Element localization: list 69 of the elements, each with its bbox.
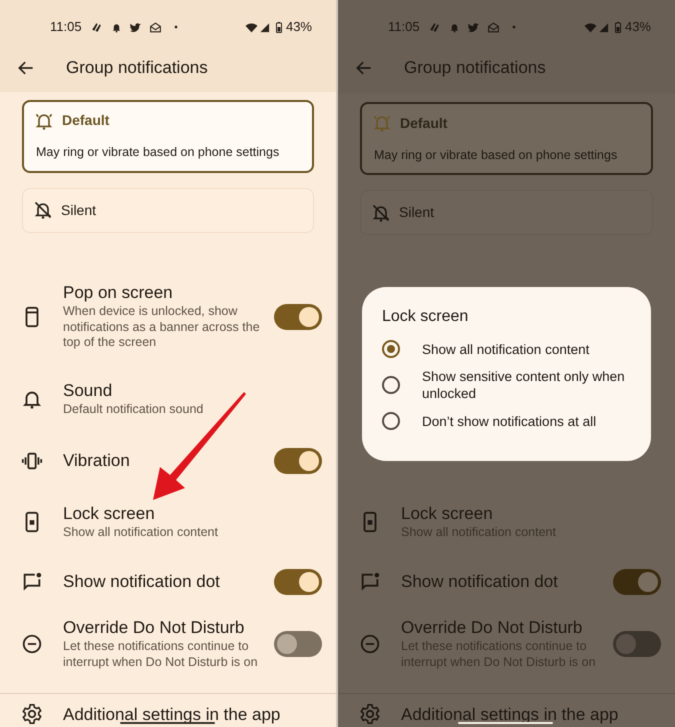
signal-icon xyxy=(598,22,609,32)
radio-button[interactable] xyxy=(382,340,400,358)
settings-icon xyxy=(359,703,381,726)
setting-title: Show notification dot xyxy=(401,571,559,592)
setting-title: Lock screen xyxy=(63,503,156,524)
dialog-title: Lock screen xyxy=(382,307,470,328)
status-time: 11:05 xyxy=(388,18,420,36)
setting-description: When device is unlocked, show notifications as a banner across the top of the screen xyxy=(63,304,261,351)
mode-label: Silent xyxy=(399,203,434,222)
battery-level: 43% xyxy=(624,18,651,36)
setting-title: Override Do Not Disturb xyxy=(63,617,246,638)
envelope-icon xyxy=(148,20,162,34)
option-label: Don’t show notifications at all xyxy=(422,412,596,430)
dot-icon xyxy=(172,23,180,31)
mode-label: Default xyxy=(62,111,110,130)
mode-label: Default xyxy=(400,114,448,133)
setting-title: Show notification dot xyxy=(63,571,221,592)
setting-title: Pop on screen xyxy=(63,282,174,304)
toggle-switch[interactable] xyxy=(274,448,322,474)
mode-label: Silent xyxy=(61,200,96,220)
chat-dot-icon xyxy=(21,570,43,592)
toggle-switch[interactable] xyxy=(274,568,322,594)
status-time: 11:05 xyxy=(50,18,82,36)
mode-card[interactable]: Default May ring or vibrate based on phone settings xyxy=(22,100,314,173)
radio-button[interactable] xyxy=(382,376,400,394)
muted-bell-icon xyxy=(33,200,53,220)
setting-row[interactable]: Override Do Not Disturb Let these notifications continue to interrupt when Do Not Disturb is on xyxy=(0,608,336,680)
wifi-icon xyxy=(584,20,597,34)
setting-row[interactable]: Pop on screen When device is unlocked, show notifications as a banner across the top of the screen xyxy=(0,268,336,366)
setting-description: Show all notification content xyxy=(63,525,219,541)
minus-circle-icon xyxy=(21,632,43,654)
toggle-switch[interactable] xyxy=(274,630,322,656)
bell-icon xyxy=(448,22,460,32)
bird-icon xyxy=(128,20,142,34)
bird-icon xyxy=(466,20,480,34)
option-label: Show sensitive content only when unlocked xyxy=(422,368,626,402)
muted-bell-icon xyxy=(371,202,391,223)
envelope-icon xyxy=(486,20,500,34)
setting-title: Override Do Not Disturb xyxy=(401,617,584,638)
toggle-switch[interactable] xyxy=(274,304,322,330)
setting-description: Let these notifications continue to interrupt when Do Not Disturb is on xyxy=(63,639,259,670)
signal-icon xyxy=(258,22,270,32)
wifi-icon xyxy=(244,20,258,34)
mode-description: May ring or vibrate based on phone settings xyxy=(35,144,280,162)
setting-description: Default notification sound xyxy=(63,402,204,418)
screen-title: Group notifications xyxy=(66,57,208,80)
setting-row[interactable]: Sound Default notification sound xyxy=(0,366,336,432)
ringing-bell-icon xyxy=(372,113,392,134)
setting-row[interactable]: Lock screen Show all notification content xyxy=(0,488,336,556)
setting-row[interactable]: Show notification dot xyxy=(0,556,336,608)
bell-icon xyxy=(110,22,122,32)
screen-title: Group notifications xyxy=(404,57,546,80)
chat-dot-icon xyxy=(359,570,381,592)
mode-card[interactable]: Silent xyxy=(22,188,314,233)
settings-icon xyxy=(21,703,43,726)
mode-description: May ring or vibrate based on phone settings xyxy=(373,146,618,164)
app-icon xyxy=(90,20,103,34)
dot-icon xyxy=(510,23,518,31)
app-icon xyxy=(428,20,441,34)
battery-level: 43% xyxy=(286,18,312,36)
minus-circle-icon xyxy=(359,632,381,654)
option-label: Show all notification content xyxy=(422,340,590,358)
setting-title: Sound xyxy=(63,380,114,402)
setting-title: Vibration xyxy=(63,450,131,471)
toggle-switch[interactable] xyxy=(613,568,661,594)
setting-title: Lock screen xyxy=(401,503,494,524)
radio-button[interactable] xyxy=(382,412,400,430)
toggle-switch[interactable] xyxy=(613,630,661,656)
additional-settings-link[interactable]: Additional settings in the app xyxy=(63,702,280,727)
